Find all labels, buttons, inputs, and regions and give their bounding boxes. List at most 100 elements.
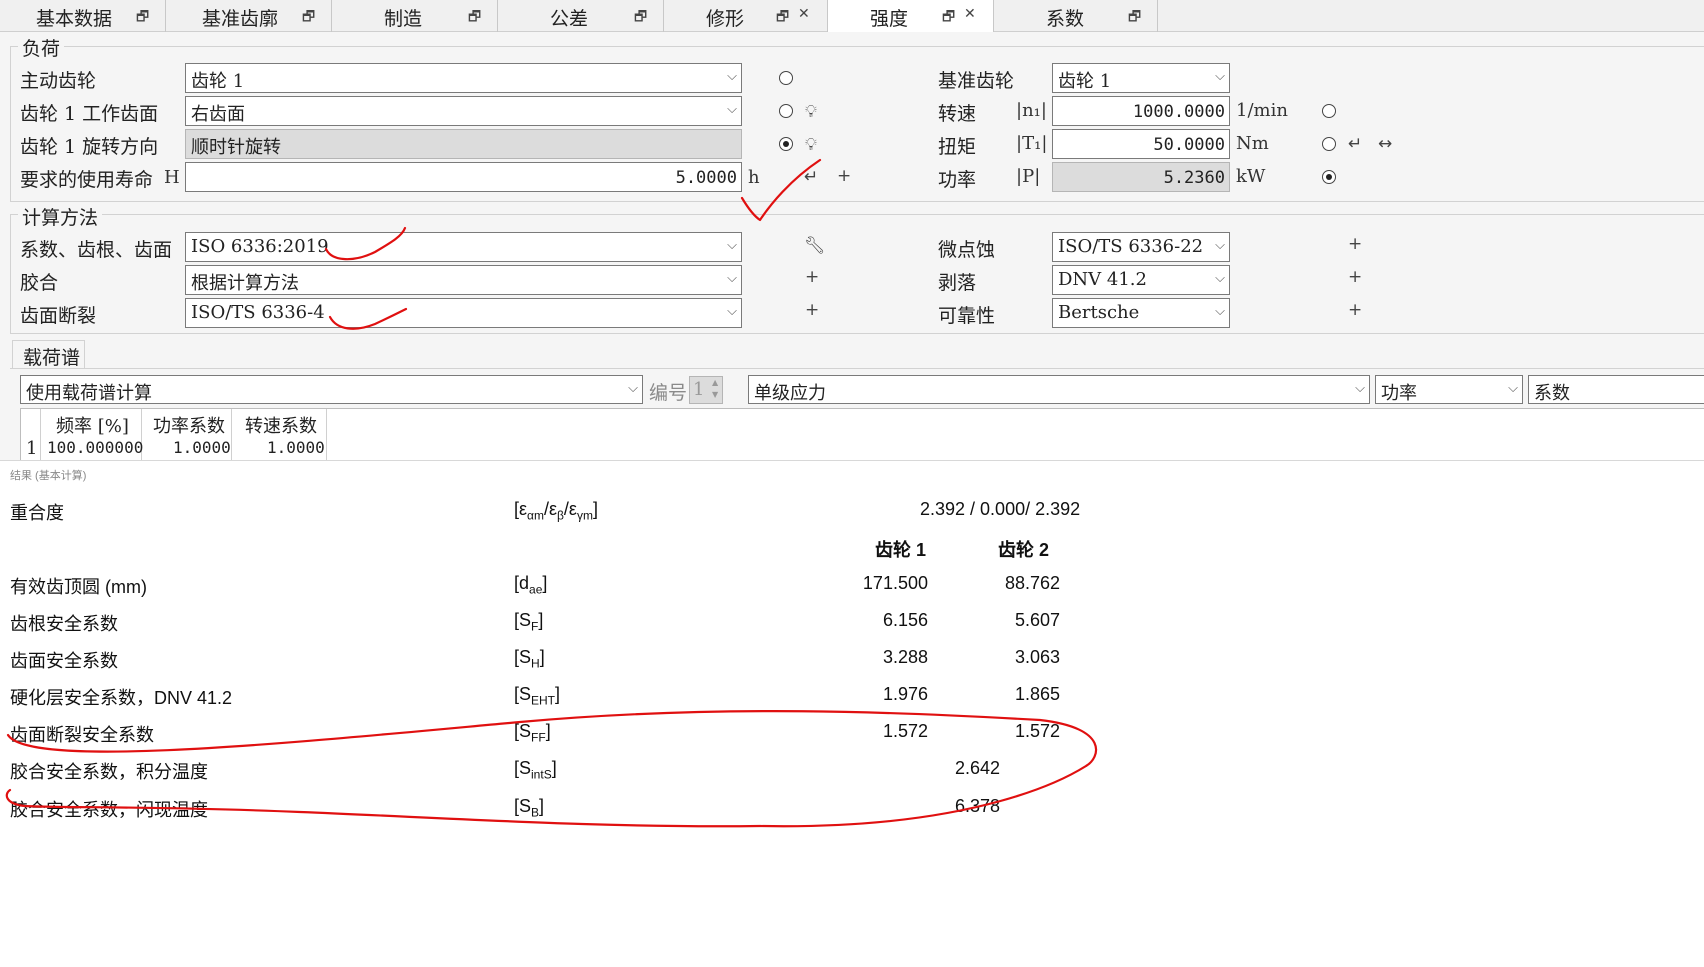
factors-select[interactable]: ISO 6336:2019 ⌵ (185, 232, 742, 262)
torque-input[interactable]: 50.0000 (1052, 129, 1230, 159)
column-header[interactable]: 转速系数 (245, 412, 317, 438)
speed-input[interactable]: 1000.0000 (1052, 96, 1230, 126)
result-symbol: [SH] (514, 647, 545, 671)
tab-bar: 基本数据 🗗 基准齿廓 🗗 制造 🗗 公差 🗗 修形 🗗 ✕ 强度 🗗 ✕ 系数… (0, 0, 1704, 33)
load-spectrum-tab-label: 载荷谱 (23, 347, 81, 369)
reliability-select[interactable]: Bertsche ⌵ (1052, 298, 1230, 328)
spectrum-number-stepper: 1 ▲ ▼ (689, 376, 723, 404)
close-icon[interactable]: ✕ (798, 6, 810, 22)
enter-icon[interactable]: ↵ (804, 169, 818, 186)
tab-factors[interactable]: 系数 🗗 (994, 0, 1158, 32)
chevron-down-icon: ⌵ (1508, 381, 1518, 396)
lightbulb-icon[interactable]: 💡︎ (805, 137, 817, 154)
plus-icon[interactable]: + (1348, 236, 1362, 253)
lightbulb-icon[interactable]: 💡︎ (805, 104, 817, 121)
torque-radio[interactable] (1322, 137, 1336, 151)
tab-manufacturing[interactable]: 制造 🗗 (332, 0, 498, 32)
ref-gear-value: 齿轮 1 (1058, 71, 1112, 92)
restore-icon[interactable]: 🗗 (136, 6, 149, 30)
rotation-radio[interactable] (779, 137, 793, 151)
plus-icon[interactable]: + (837, 168, 851, 185)
power-radio[interactable] (1322, 170, 1336, 184)
plus-icon[interactable]: + (805, 269, 819, 286)
work-flank-radio[interactable] (779, 104, 793, 118)
swap-arrows-icon[interactable]: ↔ (1378, 136, 1392, 153)
tab-modifications[interactable]: 修形 🗗 ✕ (664, 0, 828, 32)
spectrum-factor-value: 系数 (1534, 383, 1570, 404)
power-symbol: |P| (1016, 166, 1041, 187)
column-header[interactable]: 频率 [%] (56, 412, 129, 438)
result-value-gear1: 6.156 (882, 610, 928, 630)
enter-icon[interactable]: ↵ (1348, 136, 1362, 153)
chevron-down-icon: ⌵ (628, 381, 638, 396)
torque-value: 50.0000 (1153, 135, 1225, 155)
speed-radio[interactable] (1322, 104, 1336, 118)
table-cell[interactable]: 1.0000 (173, 438, 231, 457)
work-flank-label: 齿轮 1 工作齿面 (20, 103, 159, 125)
chevron-down-icon: ⌵ (1215, 69, 1225, 84)
plus-icon[interactable]: + (1348, 302, 1362, 319)
torque-symbol: |T₁| (1016, 133, 1048, 154)
close-icon[interactable]: ✕ (964, 6, 976, 22)
wrench-icon[interactable]: 🔧︎ (804, 238, 826, 255)
life-value: 5.0000 (675, 168, 737, 188)
restore-icon[interactable]: 🗗 (776, 6, 789, 30)
table-cell[interactable]: 1.0000 (267, 438, 325, 457)
plus-icon[interactable]: + (1348, 269, 1362, 286)
spin-down-icon: ▼ (712, 390, 719, 399)
micropitting-label: 微点蚀 (938, 239, 996, 261)
tab-label: 基准齿廓 (202, 8, 279, 30)
result-symbol: [SF] (514, 610, 544, 634)
restore-icon[interactable]: 🗗 (634, 6, 647, 30)
rotation-field: 顺时针旋转 (185, 129, 742, 159)
tab-basic-data[interactable]: 基本数据 🗗 (0, 0, 166, 32)
spalling-select[interactable]: DNV 41.2 ⌵ (1052, 265, 1230, 295)
restore-icon[interactable]: 🗗 (302, 6, 315, 30)
drive-gear-radio[interactable] (779, 71, 793, 85)
column-header[interactable]: 功率系数 (153, 412, 225, 438)
contact-ratio-symbol: [εαm/εβ/εγm] (514, 499, 598, 523)
life-unit: h (748, 167, 760, 188)
speed-label: 转速 (938, 103, 977, 125)
restore-icon[interactable]: 🗗 (942, 6, 955, 30)
contact-ratio-label: 重合度 (10, 503, 64, 523)
chevron-down-icon: ⌵ (1215, 238, 1225, 253)
stress-type-select[interactable]: 单级应力 ⌵ (748, 375, 1370, 404)
results-caption: 结果 (基本计算) (10, 470, 87, 482)
speed-value: 1000.0000 (1132, 102, 1225, 122)
power-unit: kW (1236, 166, 1266, 187)
restore-icon[interactable]: 🗗 (468, 6, 481, 30)
result-label: 齿面安全系数 (10, 651, 118, 671)
reliability-label: 可靠性 (938, 305, 996, 327)
work-flank-value: 右齿面 (191, 104, 245, 125)
spectrum-power-select[interactable]: 功率 ⌵ (1375, 375, 1523, 404)
plus-icon[interactable]: + (805, 302, 819, 319)
scuffing-select[interactable]: 根据计算方法 ⌵ (185, 265, 742, 295)
micropitting-select[interactable]: ISO/TS 6336-22 ⌵ (1052, 232, 1230, 262)
table-cell[interactable]: 100.000000 (47, 438, 143, 457)
drive-gear-select[interactable]: 齿轮 1 ⌵ (185, 63, 742, 93)
restore-icon[interactable]: 🗗 (1128, 6, 1141, 30)
life-input[interactable]: 5.0000 (185, 162, 742, 192)
tab-label: 制造 (384, 8, 423, 30)
tab-tolerances[interactable]: 公差 🗗 (498, 0, 664, 32)
result-value-gear2: 5.607 (1014, 610, 1060, 630)
power-field: 5.2360 (1052, 162, 1230, 192)
work-flank-select[interactable]: 右齿面 ⌵ (185, 96, 742, 126)
power-value: 5.2360 (1163, 168, 1225, 188)
spectrum-mode-select[interactable]: 使用载荷谱计算 ⌵ (20, 375, 643, 404)
result-value: 2.642 (954, 758, 1000, 778)
flank-fracture-select[interactable]: ISO/TS 6336-4 ⌵ (185, 298, 742, 328)
tab-strength[interactable]: 强度 🗗 ✕ (828, 0, 994, 33)
spectrum-mode-value: 使用载荷谱计算 (26, 383, 152, 404)
result-symbol: [SEHT] (514, 684, 561, 708)
drive-gear-value: 齿轮 1 (191, 71, 245, 92)
tab-reference-profile[interactable]: 基准齿廓 🗗 (166, 0, 332, 32)
spectrum-factor-select[interactable]: 系数 (1528, 375, 1704, 404)
result-value: 6.378 (954, 796, 1000, 816)
tab-load-spectrum[interactable]: 载荷谱 (12, 340, 85, 369)
reliability-value: Bertsche (1058, 302, 1140, 323)
result-value-gear1: 171.500 (862, 573, 928, 593)
ref-gear-select[interactable]: 齿轮 1 ⌵ (1052, 63, 1230, 93)
power-label: 功率 (938, 169, 977, 191)
